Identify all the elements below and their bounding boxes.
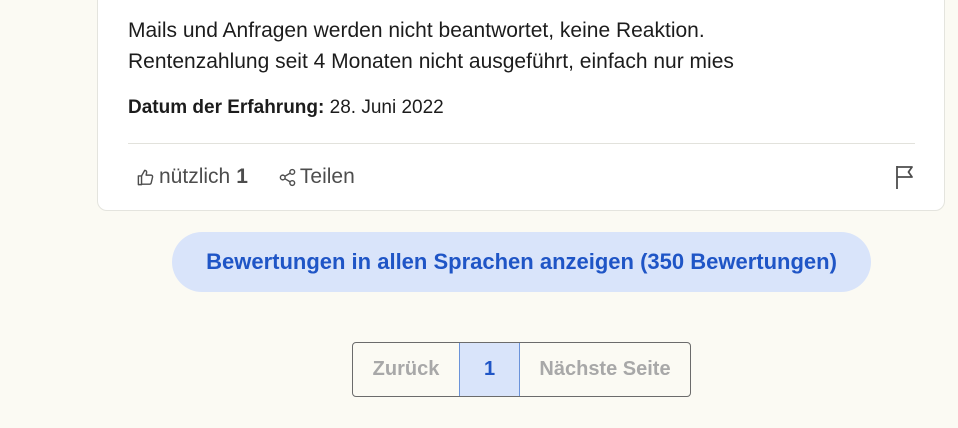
pagination: Zurück 1 Nächste Seite xyxy=(352,342,691,397)
review-text-line: Mails und Anfragen werden nicht beantwor… xyxy=(128,19,705,42)
pagination-next-button[interactable]: Nächste Seite xyxy=(520,343,690,396)
pagination-current-page[interactable]: 1 xyxy=(459,343,520,396)
share-button[interactable]: Teilen xyxy=(278,165,355,189)
share-label: Teilen xyxy=(299,165,355,188)
useful-button[interactable]: nützlich 1 xyxy=(136,165,248,189)
experience-date-label: Datum der Erfahrung: xyxy=(128,97,325,118)
flag-icon xyxy=(894,166,916,194)
experience-date: Datum der Erfahrung: 28. Juni 2022 xyxy=(128,97,444,119)
review-card: Mails und Anfragen werden nicht beantwor… xyxy=(97,0,945,211)
pagination-prev-button[interactable]: Zurück xyxy=(353,343,459,396)
useful-label: nützlich xyxy=(159,165,231,188)
divider xyxy=(128,143,915,144)
report-button[interactable] xyxy=(894,164,916,190)
thumbs-up-icon xyxy=(136,168,155,187)
show-all-languages-button[interactable]: Bewertungen in allen Sprachen anzeigen (… xyxy=(172,232,871,292)
review-text: Mails und Anfragen werden nicht beantwor… xyxy=(128,15,928,77)
share-icon xyxy=(278,168,297,187)
review-text-line: Rentenzahlung seit 4 Monaten nicht ausge… xyxy=(128,50,734,73)
review-actions: nützlich 1 Teilen xyxy=(136,163,355,191)
useful-count: 1 xyxy=(236,165,248,188)
experience-date-value: 28. Juni 2022 xyxy=(324,97,444,118)
